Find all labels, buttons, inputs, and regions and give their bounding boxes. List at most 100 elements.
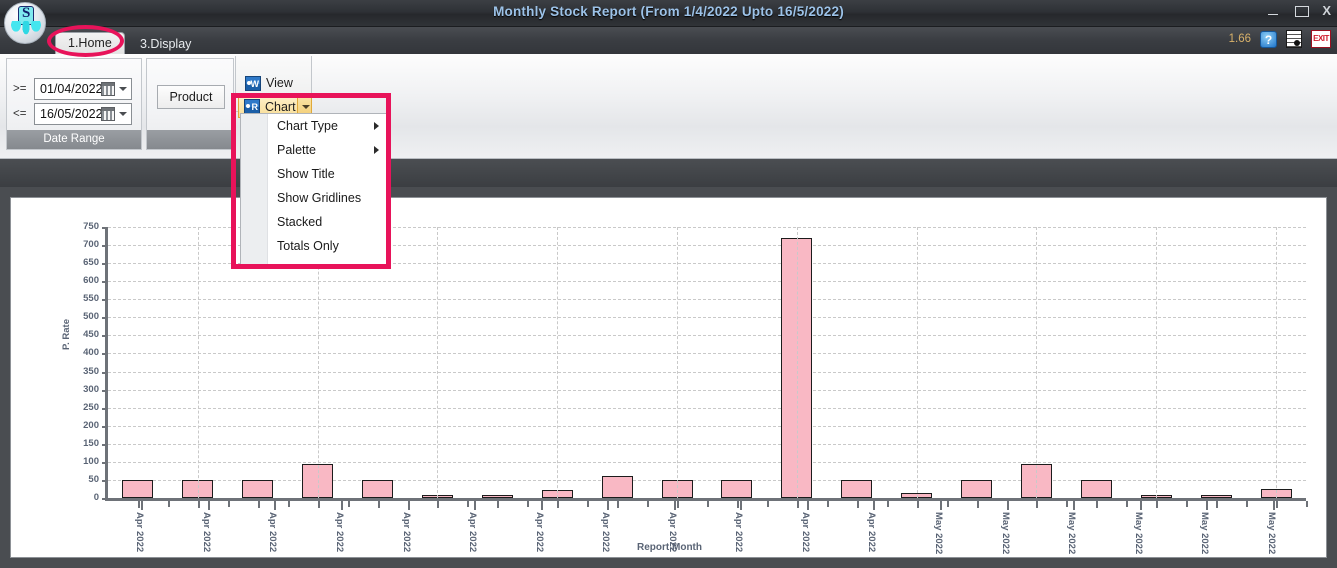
x-tick-mark-labeled xyxy=(940,501,942,510)
chevron-down-icon[interactable] xyxy=(119,112,127,116)
view-button[interactable]: W View xyxy=(240,72,298,94)
y-tick-label: 400 xyxy=(83,347,99,359)
chart-bar[interactable] xyxy=(841,480,872,498)
menu-item-show-gridlines[interactable]: Show Gridlines xyxy=(268,186,387,210)
y-gridline xyxy=(108,353,1306,355)
x-tick-mark xyxy=(677,501,679,508)
chevron-right-icon xyxy=(374,146,379,154)
y-gridline xyxy=(108,281,1306,283)
x-tick-mark-labeled xyxy=(1206,501,1208,510)
x-tick-mark-labeled xyxy=(208,501,210,510)
menu-item-chart-type[interactable]: Chart Type xyxy=(268,114,387,138)
x-gridline xyxy=(797,227,798,498)
menu-item-label: Show Title xyxy=(277,167,335,181)
y-gridline xyxy=(108,461,1306,463)
tab-display[interactable]: 3.Display xyxy=(128,34,203,56)
document-icon[interactable] xyxy=(1286,30,1302,48)
y-tick-label: 50 xyxy=(88,473,99,485)
x-tick-mark-minor xyxy=(1126,501,1128,507)
chart-bar[interactable] xyxy=(362,480,393,498)
y-gridline xyxy=(108,335,1306,337)
menu-item-show-title[interactable]: Show Title xyxy=(268,162,387,186)
x-tick-mark xyxy=(138,501,140,508)
x-tick-mark-minor xyxy=(767,501,769,507)
chart-bar[interactable] xyxy=(961,480,992,498)
chart-bar[interactable] xyxy=(482,495,513,498)
x-tick-label: May 2022 xyxy=(933,512,944,555)
date-range-group: >= 01/04/2022 <= 16/05/2022 Date Range xyxy=(6,58,142,150)
x-tick-label: Apr 2022 xyxy=(134,512,145,553)
x-tick-label: May 2022 xyxy=(1000,512,1011,555)
x-tick-mark xyxy=(617,501,619,508)
date-to-row: <= 16/05/2022 xyxy=(13,103,132,125)
chart-view-group: W View R Chart xyxy=(235,56,312,118)
y-gridline xyxy=(108,371,1306,373)
x-tick-mark xyxy=(1096,501,1098,508)
x-tick-mark-labeled xyxy=(740,501,742,510)
x-tick-mark-minor xyxy=(348,501,350,507)
menu-item-totals-only[interactable]: Totals Only xyxy=(268,234,387,258)
menu-item-label: Stacked xyxy=(277,215,323,229)
x-tick-mark-minor xyxy=(1066,501,1068,507)
y-tick-label: 100 xyxy=(83,455,99,467)
x-tick-mark-minor xyxy=(887,501,889,507)
chart-bar[interactable] xyxy=(602,476,633,498)
date-from-row: >= 01/04/2022 xyxy=(13,78,132,100)
y-gridline xyxy=(108,425,1306,427)
logo-wings xyxy=(9,21,43,41)
x-tick-label: May 2022 xyxy=(1266,512,1277,555)
menu-item-stacked[interactable]: Stacked xyxy=(268,210,387,234)
y-tick-label: 0 xyxy=(93,492,99,503)
x-tick-label: May 2022 xyxy=(1066,512,1077,555)
x-tick-mark xyxy=(557,501,559,508)
date-range-group-label: Date Range xyxy=(7,130,141,149)
app-logo-icon xyxy=(4,2,46,44)
title-bar: Monthly Stock Report (From 1/4/2022 Upto… xyxy=(0,0,1337,27)
product-button[interactable]: Product xyxy=(157,85,225,109)
chart-bar[interactable] xyxy=(122,480,153,498)
x-gridline xyxy=(677,227,678,498)
chart-bar[interactable] xyxy=(1201,495,1232,498)
x-tick-mark-labeled xyxy=(274,501,276,510)
x-tick-mark-minor xyxy=(228,501,230,507)
x-tick-label: Apr 2022 xyxy=(267,512,278,553)
x-tick-mark xyxy=(198,501,200,508)
bar-chart: P. Rate Report Month 0 50 100 150 200 250 300 3… xyxy=(11,198,1328,559)
chevron-down-icon[interactable] xyxy=(119,87,127,91)
x-tick-mark-labeled xyxy=(541,501,543,510)
x-tick-mark-labeled xyxy=(1140,501,1142,510)
date-from-value: 01/04/2022 xyxy=(40,82,103,96)
chart-report-icon: R xyxy=(244,99,260,114)
minimize-button[interactable] xyxy=(1266,3,1280,19)
chart-button-label: Chart xyxy=(265,99,296,114)
date-to-input[interactable]: 16/05/2022 xyxy=(34,103,132,125)
calendar-icon[interactable] xyxy=(101,82,115,96)
y-tick-label: 550 xyxy=(83,293,99,305)
x-tick-label: Apr 2022 xyxy=(534,512,545,553)
x-tick-label: Apr 2022 xyxy=(733,512,744,553)
x-tick-mark xyxy=(437,501,439,508)
report-page: P. Rate Report Month 0 50 100 150 200 250 300 3… xyxy=(10,197,1327,558)
x-tick-label: Apr 2022 xyxy=(600,512,611,553)
maximize-button[interactable] xyxy=(1294,3,1310,19)
x-tick-mark-minor xyxy=(1306,501,1308,507)
close-button[interactable]: X xyxy=(1322,3,1331,19)
chart-bar[interactable] xyxy=(1081,480,1112,498)
help-icon[interactable]: ? xyxy=(1260,30,1277,48)
menu-item-palette[interactable]: Palette xyxy=(268,138,387,162)
exit-icon[interactable]: EXIT xyxy=(1311,30,1331,48)
date-to-value: 16/05/2022 xyxy=(40,107,103,121)
calendar-icon[interactable] xyxy=(101,107,115,121)
ribbon-tab-strip: 1.Home 3.Display xyxy=(0,27,1337,56)
chart-bar[interactable] xyxy=(242,480,273,498)
date-from-input[interactable]: 01/04/2022 xyxy=(34,78,132,100)
x-tick-label: Apr 2022 xyxy=(800,512,811,553)
x-tick-mark-minor xyxy=(827,501,829,507)
tab-home[interactable]: 1.Home xyxy=(55,32,125,56)
chart-bar[interactable] xyxy=(721,480,752,498)
y-tick-label: 350 xyxy=(83,365,99,377)
x-tick-mark xyxy=(1276,501,1278,508)
date-from-operator: >= xyxy=(13,83,27,95)
x-tick-mark-labeled xyxy=(1273,501,1275,510)
y-tick-label: 700 xyxy=(83,239,99,251)
